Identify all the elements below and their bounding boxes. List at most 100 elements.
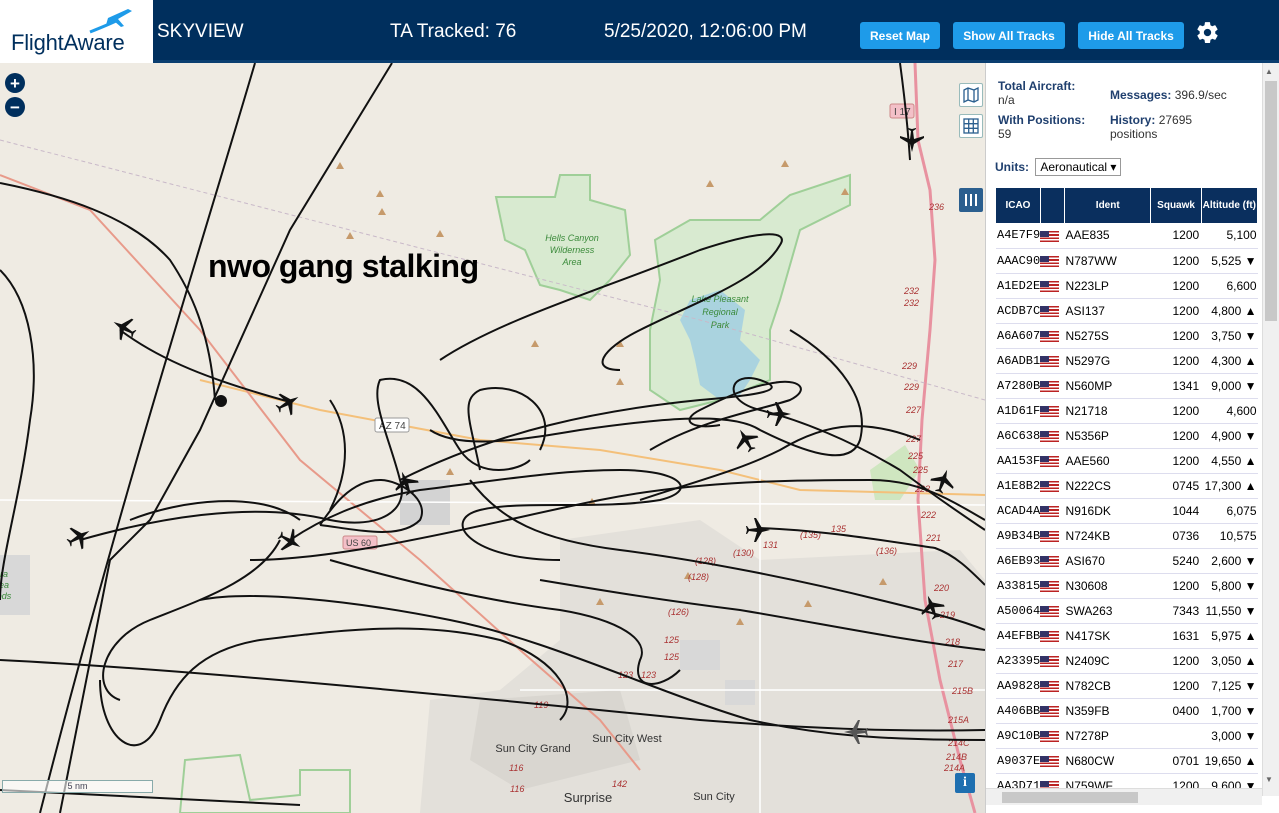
altitude-cell: 4,300 ▲ xyxy=(1201,348,1258,374)
svg-text:Regional: Regional xyxy=(702,307,739,317)
vertical-scroll-thumb[interactable] xyxy=(1265,81,1277,321)
col-icao[interactable]: ICAO xyxy=(996,188,1041,223)
ident-cell: N223LP xyxy=(1064,273,1151,299)
map-layers-button[interactable] xyxy=(959,83,983,107)
scroll-down-icon[interactable]: ▼ xyxy=(1265,775,1273,784)
table-row[interactable]: AA153F AAE560 1200 4,550 ▲ xyxy=(996,448,1258,474)
icao-cell: A7280B xyxy=(996,373,1041,399)
ident-cell: N560MP xyxy=(1064,373,1151,399)
horizontal-scroll-thumb[interactable] xyxy=(1002,792,1138,803)
info-button[interactable]: i xyxy=(955,773,975,793)
table-row[interactable]: A9B34B N724KB 0736 10,575 xyxy=(996,523,1258,549)
icao-cell: A1D61F xyxy=(996,398,1041,424)
scroll-up-icon[interactable]: ▲ xyxy=(1265,67,1273,76)
icao-cell: AA153F xyxy=(996,448,1041,474)
aircraft-icon xyxy=(113,318,137,341)
icao-cell: A9C10B xyxy=(996,723,1041,749)
flag-cell xyxy=(1040,223,1065,249)
map-canvas[interactable]: AZ 74 I 17 US 60 Hells Canyon Wilderness… xyxy=(0,63,985,813)
table-row[interactable]: A7280B N560MP 1341 9,000 ▼ xyxy=(996,373,1258,399)
table-row[interactable]: A1D61F N21718 1200 4,600 xyxy=(996,398,1258,424)
sidebar: Total Aircraft: n/a With Positions: 59 M… xyxy=(985,63,1279,813)
flag-cell xyxy=(1040,323,1065,349)
show-all-tracks-button[interactable]: Show All Tracks xyxy=(953,22,1065,49)
flag-cell xyxy=(1040,473,1065,499)
table-row[interactable]: ACAD4A N916DK 1044 6,075 xyxy=(996,498,1258,524)
table-row[interactable]: A6A607 N5275S 1200 3,750 ▼ xyxy=(996,323,1258,349)
svg-text:214B: 214B xyxy=(945,752,967,762)
table-row[interactable]: A1E8B2 N222CS 0745 17,300 ▲ xyxy=(996,473,1258,499)
table-row[interactable]: A6EB93 ASI670 5240 2,600 ▼ xyxy=(996,548,1258,574)
table-row[interactable]: A50064 SWA263 7343 11,550 ▼ xyxy=(996,598,1258,624)
us-flag-icon xyxy=(1040,405,1060,417)
table-row[interactable]: A1ED2E N223LP 1200 6,600 xyxy=(996,273,1258,299)
col-ident[interactable]: Ident xyxy=(1064,188,1152,223)
table-row[interactable]: ACDB7C ASI137 1200 4,800 ▲ xyxy=(996,298,1258,324)
hide-all-tracks-button[interactable]: Hide All Tracks xyxy=(1078,22,1184,49)
col-flag[interactable] xyxy=(1040,188,1066,223)
us-flag-icon xyxy=(1040,680,1060,692)
svg-text:125: 125 xyxy=(664,652,680,662)
logo[interactable]: FlightAware xyxy=(0,0,153,63)
table-row[interactable]: A406BB N359FB 0400 1,700 ▼ xyxy=(996,698,1258,724)
table-row[interactable]: A6C638 N5356P 1200 4,900 ▼ xyxy=(996,423,1258,449)
units-select[interactable]: Aeronautical ▾ xyxy=(1035,158,1122,176)
icao-cell: A33815 xyxy=(996,573,1041,599)
us-flag-icon xyxy=(1040,355,1060,367)
park-south xyxy=(178,753,351,813)
svg-text:229: 229 xyxy=(903,382,919,392)
altitude-cell: 3,750 ▼ xyxy=(1201,323,1258,349)
table-row[interactable]: A23395 N2409C 1200 3,050 ▲ xyxy=(996,648,1258,674)
icao-cell: A1E8B2 xyxy=(996,473,1041,499)
svg-text:142: 142 xyxy=(612,779,627,789)
icao-cell: A406BB xyxy=(996,698,1041,724)
flag-cell xyxy=(1040,298,1065,324)
ident-cell: AAE560 xyxy=(1064,448,1151,474)
altitude-cell: 5,800 ▼ xyxy=(1201,573,1258,599)
zoom-out-button[interactable]: − xyxy=(5,97,25,117)
svg-text:(126): (126) xyxy=(668,607,689,617)
icao-cell: AA9828 xyxy=(996,673,1041,699)
table-row[interactable]: A4E7F9 AAE835 1200 5,100 xyxy=(996,223,1258,249)
svg-text:Sun City Grand: Sun City Grand xyxy=(495,743,570,755)
map-icon xyxy=(963,87,979,103)
col-altitude[interactable]: Altitude (ft) xyxy=(1201,188,1259,223)
svg-text:Park: Park xyxy=(711,320,730,330)
flag-cell xyxy=(1040,348,1065,374)
svg-text:116: 116 xyxy=(510,784,524,794)
svg-text:Surprise: Surprise xyxy=(564,790,612,805)
table-row[interactable]: A33815 N30608 1200 5,800 ▼ xyxy=(996,573,1258,599)
aircraft-table: ICAO Ident Squawk Altitude (ft) A4E7F9 AA… xyxy=(996,188,1259,799)
gear-icon[interactable] xyxy=(1195,20,1220,45)
altitude-cell: 17,300 ▲ xyxy=(1201,473,1258,499)
ident-cell: N7278P xyxy=(1064,723,1151,749)
squawk-cell: 1200 xyxy=(1150,323,1202,349)
units-control: Units: Aeronautical ▾ xyxy=(995,158,1122,176)
table-row[interactable]: AAAC90 N787WW 1200 5,525 ▼ xyxy=(996,248,1258,274)
table-row[interactable]: A6ADB1 N5297G 1200 4,300 ▲ xyxy=(996,348,1258,374)
tracked-count: TA Tracked: 76 xyxy=(390,21,517,42)
zoom-in-button[interactable]: + xyxy=(5,73,25,93)
us-flag-icon xyxy=(1040,755,1060,767)
altitude-cell: 6,600 xyxy=(1201,273,1258,299)
altitude-cell: 3,000 ▼ xyxy=(1201,723,1258,749)
toggle-columns-button[interactable] xyxy=(959,188,983,212)
table-row[interactable]: A4EFBB N417SK 1631 5,975 ▲ xyxy=(996,623,1258,649)
ident-cell: N680CW xyxy=(1064,748,1151,774)
grid-overlay-button[interactable] xyxy=(959,114,983,138)
svg-text:Area: Area xyxy=(561,257,581,267)
us-flag-icon xyxy=(1040,430,1060,442)
table-row[interactable]: A9C10B N7278P 3,000 ▼ xyxy=(996,723,1258,749)
svg-text:Sun City: Sun City xyxy=(693,791,735,803)
icao-cell: AAAC90 xyxy=(996,248,1041,274)
reset-map-button[interactable]: Reset Map xyxy=(860,22,940,49)
svg-text:116: 116 xyxy=(509,763,523,773)
altitude-cell: 19,650 ▲ xyxy=(1201,748,1258,774)
col-squawk[interactable]: Squawk xyxy=(1150,188,1202,223)
table-row[interactable]: AA9828 N782CB 1200 7,125 ▼ xyxy=(996,673,1258,699)
squawk-cell: 1200 xyxy=(1150,573,1202,599)
table-row[interactable]: A9037E N680CW 0701 19,650 ▲ xyxy=(996,748,1258,774)
history-value: 27695 xyxy=(1158,113,1193,127)
squawk-cell: 0745 xyxy=(1150,473,1202,499)
us-flag-icon xyxy=(1040,305,1060,317)
